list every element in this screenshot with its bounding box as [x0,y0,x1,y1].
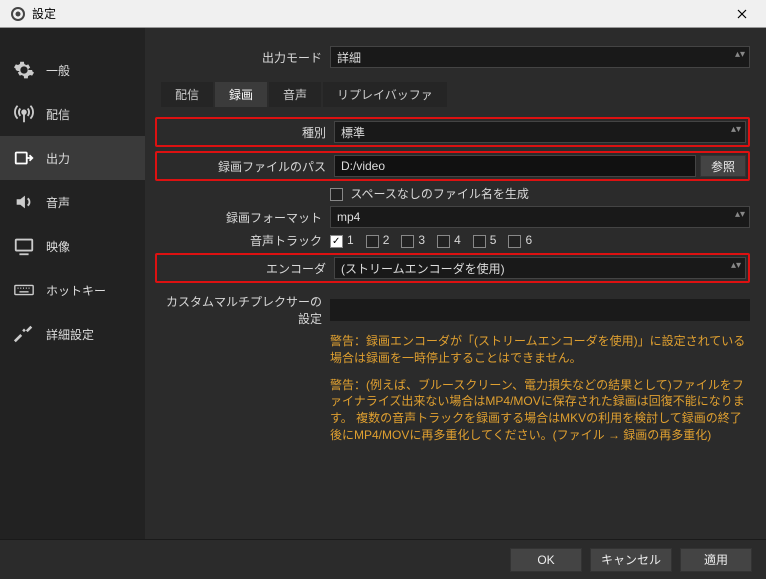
sidebar-item-stream[interactable]: 配信 [0,92,145,136]
recording-path-label: 録画ファイルのパス [159,158,334,175]
track-5-checkbox[interactable] [473,235,486,248]
no-space-checkbox[interactable] [330,188,343,201]
output-icon [12,146,36,170]
sidebar-item-hotkeys[interactable]: ホットキー [0,268,145,312]
audio-tracks-label: 音声トラック [155,232,330,249]
sidebar-item-video[interactable]: 映像 [0,224,145,268]
sidebar-item-label: 配信 [46,106,70,123]
sidebar-item-label: 音声 [46,194,70,211]
sidebar-item-advanced[interactable]: 詳細設定 [0,312,145,356]
highlight-encoder: エンコーダ (ストリームエンコーダを使用) ▴▾ [155,253,750,283]
muxer-input[interactable] [330,299,750,321]
main-panel: 出力モード 詳細 ▴▾ 配信 録画 音声 リプレイバッファ 種別 標準 [145,28,766,539]
track-3-checkbox[interactable] [401,235,414,248]
tab-audio[interactable]: 音声 [269,82,321,107]
track-2-checkbox[interactable] [366,235,379,248]
titlebar: 設定 [0,0,766,28]
chevron-updown-icon: ▴▾ [735,209,745,220]
recording-type-select[interactable]: 標準 ▴▾ [334,121,746,143]
output-mode-value: 詳細 [337,49,361,66]
antenna-icon [12,102,36,126]
recording-format-label: 録画フォーマット [155,209,330,226]
sidebar-item-label: 出力 [46,150,70,167]
track-4-checkbox[interactable] [437,235,450,248]
app-icon [10,6,26,22]
recording-format-value: mp4 [337,210,360,224]
sidebar-item-label: 詳細設定 [46,326,94,343]
tab-recording[interactable]: 録画 [215,82,267,107]
highlight-path: 録画ファイルのパス D:/video 参照 [155,151,750,181]
warning-mp4: 警告：(例えば、ブルースクリーン、電力損失などの結果として)ファイルをファイナラ… [330,377,750,444]
dialog-footer: OK キャンセル 適用 [0,539,766,579]
recording-path-value: D:/video [341,159,385,173]
sidebar-item-label: 映像 [46,238,70,255]
keyboard-icon [12,278,36,302]
encoder-label: エンコーダ [159,260,334,277]
tab-replay-buffer[interactable]: リプレイバッファ [323,82,447,107]
track-6-checkbox[interactable] [508,235,521,248]
sidebar-item-output[interactable]: 出力 [0,136,145,180]
speaker-icon [12,190,36,214]
window-title: 設定 [32,5,56,22]
track-1-checkbox[interactable] [330,235,343,248]
sidebar-item-audio[interactable]: 音声 [0,180,145,224]
tools-icon [12,322,36,346]
output-tabs: 配信 録画 音声 リプレイバッファ [155,82,750,107]
muxer-label: カスタムマルチプレクサーの設定 [155,293,330,327]
encoder-value: (ストリームエンコーダを使用) [341,260,505,277]
chevron-updown-icon: ▴▾ [731,124,741,135]
chevron-updown-icon: ▴▾ [735,49,745,60]
sidebar-item-label: ホットキー [46,282,106,299]
output-mode-select[interactable]: 詳細 ▴▾ [330,46,750,68]
ok-button[interactable]: OK [510,548,582,572]
browse-button[interactable]: 参照 [700,155,746,177]
monitor-icon [12,234,36,258]
encoder-select[interactable]: (ストリームエンコーダを使用) ▴▾ [334,257,746,279]
recording-type-label: 種別 [159,124,334,141]
apply-button[interactable]: 適用 [680,548,752,572]
chevron-updown-icon: ▴▾ [731,260,741,271]
output-mode-label: 出力モード [155,49,330,66]
warning-pause: 警告：録画エンコーダが「(ストリームエンコーダを使用)」に設定されている場合は録… [330,333,750,367]
sidebar-item-label: 一般 [46,62,70,79]
close-button[interactable] [722,0,762,28]
recording-type-value: 標準 [341,124,365,141]
sidebar: 一般 配信 出力 音声 映像 ホットキー 詳細設定 [0,28,145,539]
recording-format-select[interactable]: mp4 ▴▾ [330,206,750,228]
highlight-type: 種別 標準 ▴▾ [155,117,750,147]
gear-icon [12,58,36,82]
recording-path-input[interactable]: D:/video [334,155,696,177]
tab-stream[interactable]: 配信 [161,82,213,107]
cancel-button[interactable]: キャンセル [590,548,672,572]
no-space-label: スペースなしのファイル名を生成 [350,187,529,201]
sidebar-item-general[interactable]: 一般 [0,48,145,92]
